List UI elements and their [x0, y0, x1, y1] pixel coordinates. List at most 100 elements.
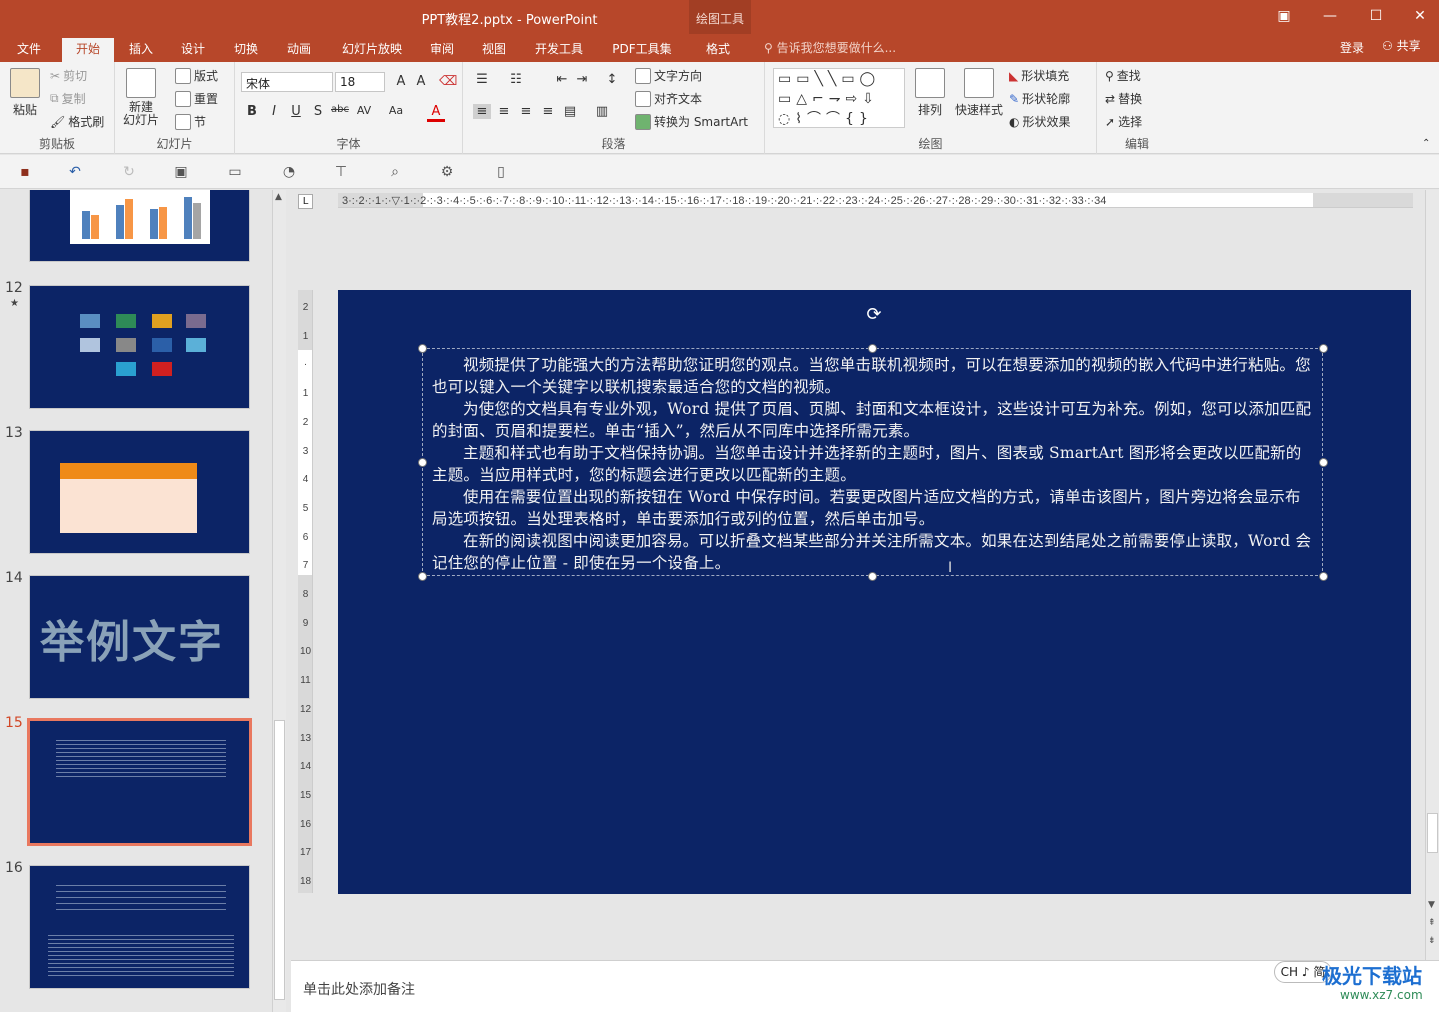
- increase-indent-icon[interactable]: ⇥: [573, 72, 591, 87]
- reset-button[interactable]: 重置: [175, 90, 218, 107]
- resize-handle-w[interactable]: [418, 458, 427, 467]
- tab-developer[interactable]: 开发工具: [528, 38, 590, 62]
- paragraph-1[interactable]: 视频提供了功能强大的方法帮助您证明您的观点。当您单击联机视频时，可以在想要添加的…: [432, 354, 1312, 398]
- new-slide-button[interactable]: 新建 幻灯片: [123, 68, 159, 127]
- tab-review[interactable]: 审阅: [421, 38, 463, 62]
- close-button[interactable]: ✕: [1410, 6, 1430, 26]
- previous-slide-icon[interactable]: ⇞: [1428, 918, 1436, 928]
- align-center-icon[interactable]: ≡: [495, 104, 513, 119]
- align-left-icon[interactable]: ≡: [473, 104, 491, 119]
- shadow-button[interactable]: S: [309, 104, 327, 119]
- align-text-button[interactable]: 对齐文本: [635, 90, 702, 107]
- shape-fill-button[interactable]: ◣ 形状填充: [1009, 67, 1069, 84]
- justify-icon[interactable]: ≡: [539, 104, 557, 119]
- text-direction-button[interactable]: 文字方向: [635, 67, 702, 84]
- login-button[interactable]: 登录: [1340, 39, 1364, 56]
- line-spacing-icon[interactable]: ↕: [603, 72, 621, 87]
- shape-outline-button[interactable]: ✎ 形状轮廓: [1009, 90, 1070, 107]
- scroll-thumb[interactable]: [274, 720, 285, 1000]
- format-painter-button[interactable]: 🖌 格式刷: [50, 113, 104, 130]
- slide-thumbnail-13[interactable]: [29, 430, 250, 554]
- distributed-icon[interactable]: ▤: [561, 104, 579, 119]
- font-color-button[interactable]: A: [427, 104, 445, 122]
- tab-home[interactable]: 开始: [62, 38, 114, 62]
- find-button[interactable]: ⚲ 查找: [1105, 67, 1141, 84]
- bold-button[interactable]: B: [243, 104, 261, 119]
- align-right-icon[interactable]: ≡: [517, 104, 535, 119]
- italic-button[interactable]: I: [265, 104, 283, 119]
- paragraph-4[interactable]: 使用在需要位置出现的新按钮在 Word 中保存时间。若要更改图片适应文档的方式，…: [432, 486, 1312, 530]
- maximize-button[interactable]: ☐: [1366, 6, 1386, 26]
- tab-pdf-tools[interactable]: PDF工具集: [604, 38, 680, 62]
- shapes-gallery[interactable]: ▭▭╲╲▭◯ ▭△⌐⇁⇨⇩ ◌⌇⌒⌒{}: [773, 68, 905, 128]
- minimize-button[interactable]: —: [1320, 6, 1340, 26]
- editor-scrollbar[interactable]: ▼ ⇞ ⇟: [1425, 190, 1439, 960]
- save-icon[interactable]: ▪: [16, 163, 34, 181]
- tab-transitions[interactable]: 切换: [225, 38, 267, 62]
- strikethrough-button[interactable]: abc: [331, 104, 349, 115]
- paragraph-3[interactable]: 主题和样式也有助于文档保持协调。当您单击设计并选择新的主题时，图片、图表或 Sm…: [432, 442, 1312, 486]
- scroll-up-icon[interactable]: ▲: [275, 192, 282, 202]
- underline-button[interactable]: U: [287, 104, 305, 119]
- tab-insert[interactable]: 插入: [120, 38, 162, 62]
- numbering-icon[interactable]: ☷: [507, 72, 525, 87]
- collapse-ribbon-icon[interactable]: ⌃: [1422, 138, 1430, 149]
- textbox-content[interactable]: 视频提供了功能强大的方法帮助您证明您的观点。当您单击联机视频时，可以在想要添加的…: [432, 354, 1312, 574]
- decrease-font-icon[interactable]: A: [412, 74, 430, 89]
- change-case-button[interactable]: Aa: [387, 104, 405, 117]
- notes-placeholder[interactable]: 单击此处添加备注: [303, 979, 415, 999]
- tab-file[interactable]: 文件: [8, 38, 50, 62]
- tab-format[interactable]: 格式: [697, 38, 739, 62]
- paragraph-5[interactable]: 在新的阅读视图中阅读更加容易。可以折叠文档某些部分并关注所需文本。如果在达到结尾…: [432, 530, 1312, 574]
- select-button[interactable]: ➚ 选择: [1105, 113, 1142, 130]
- scroll-thumb[interactable]: [1427, 813, 1438, 853]
- paragraph-2[interactable]: 为使您的文档具有专业外观，Word 提供了页眉、页脚、封面和文本框设计，这些设计…: [432, 398, 1312, 442]
- tab-design[interactable]: 设计: [172, 38, 214, 62]
- clear-formatting-icon[interactable]: ⌫: [439, 74, 457, 89]
- columns-icon[interactable]: ▥: [593, 104, 611, 119]
- copy-button[interactable]: ⧉ 复制: [50, 90, 86, 107]
- tab-selector[interactable]: L: [298, 194, 313, 209]
- arrange-button[interactable]: 排列: [915, 68, 945, 118]
- tab-slideshow[interactable]: 幻灯片放映: [336, 38, 408, 62]
- undo-icon[interactable]: ↶: [66, 163, 84, 181]
- paste-button[interactable]: 粘贴: [10, 68, 40, 118]
- cut-button[interactable]: ✂ 剪切: [50, 67, 87, 84]
- tell-me-search[interactable]: ⚲ 告诉我您想要做什么...: [764, 39, 896, 56]
- replace-button[interactable]: ⇄ 替换: [1105, 90, 1142, 107]
- resize-handle-ne[interactable]: [1319, 344, 1328, 353]
- font-size-select[interactable]: 18: [335, 72, 385, 92]
- notes-pane[interactable]: 单击此处添加备注: [291, 960, 1439, 1012]
- increase-font-icon[interactable]: A: [392, 74, 410, 89]
- sync-icon[interactable]: ⚙: [438, 163, 456, 181]
- convert-smartart-button[interactable]: 转换为 SmartArt: [635, 113, 748, 130]
- next-slide-icon[interactable]: ⇟: [1428, 936, 1436, 946]
- share-button[interactable]: ⚇ 共享: [1382, 37, 1421, 54]
- layout-button[interactable]: 版式: [175, 67, 218, 84]
- ribbon-display-options-icon[interactable]: ▣: [1274, 6, 1294, 26]
- resize-handle-sw[interactable]: [418, 572, 427, 581]
- rotate-handle-icon[interactable]: ⟳: [864, 305, 884, 325]
- selected-textbox[interactable]: 视频提供了功能强大的方法帮助您证明您的观点。当您单击联机视频时，可以在想要添加的…: [422, 348, 1323, 576]
- resize-handle-se[interactable]: [1319, 572, 1328, 581]
- scroll-down-icon[interactable]: ▼: [1428, 900, 1435, 910]
- slide-thumbnail-16[interactable]: [29, 865, 250, 989]
- present-icon[interactable]: ⊤: [332, 163, 350, 181]
- section-button[interactable]: 节: [175, 113, 206, 130]
- tab-animations[interactable]: 动画: [278, 38, 320, 62]
- screenshot-icon[interactable]: ▭: [226, 163, 244, 181]
- slide-thumbnail-14[interactable]: 举例文字: [29, 575, 250, 699]
- slideshow-icon[interactable]: ◔: [280, 163, 298, 181]
- bullets-icon[interactable]: ☰: [473, 72, 491, 87]
- from-beginning-icon[interactable]: ▣: [172, 163, 190, 181]
- resize-handle-s[interactable]: [868, 572, 877, 581]
- document-icon[interactable]: ▯: [492, 163, 510, 181]
- thumbnail-scrollbar[interactable]: ▲: [272, 190, 286, 1012]
- resize-handle-e[interactable]: [1319, 458, 1328, 467]
- quick-styles-button[interactable]: 快速样式: [955, 68, 1003, 118]
- tab-view[interactable]: 视图: [473, 38, 515, 62]
- decrease-indent-icon[interactable]: ⇤: [553, 72, 571, 87]
- font-name-select[interactable]: 宋体: [241, 72, 333, 92]
- resize-handle-nw[interactable]: [418, 344, 427, 353]
- slide-thumbnail-12[interactable]: [29, 285, 250, 409]
